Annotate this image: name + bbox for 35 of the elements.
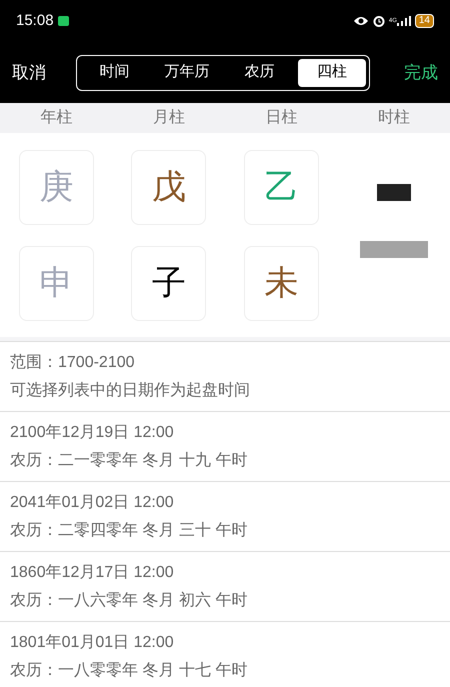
tab[interactable]: 时间 bbox=[80, 58, 148, 86]
date-list-item[interactable]: 2100年12月19日 12:00 农历：二一零零年 冬月 十九 午时 bbox=[0, 411, 450, 481]
column-header: 日柱 bbox=[264, 108, 298, 128]
tab[interactable]: 农历 bbox=[225, 58, 294, 86]
done-button[interactable]: 完成 bbox=[404, 60, 438, 86]
date-text: 1860年12月17日 12:00 bbox=[10, 562, 175, 582]
battery-indicator: 14 bbox=[414, 14, 434, 28]
lunar-date-text: 农历：一八零零年 冬月 十七 午时 bbox=[10, 660, 248, 680]
glitch-block bbox=[376, 184, 411, 200]
lunar-date-text: 农历：一八六零年 冬月 初六 午时 bbox=[10, 590, 248, 610]
eye-icon bbox=[352, 16, 369, 26]
lunar-date-text: 农历：二一零零年 冬月 十九 午时 bbox=[10, 450, 248, 470]
tab[interactable]: 四柱 bbox=[298, 58, 366, 86]
character-card[interactable]: 子 bbox=[131, 246, 206, 320]
column-header: 月柱 bbox=[152, 108, 186, 128]
column-header: 年柱 bbox=[39, 108, 74, 128]
hint-text: 可选择列表中的日期作为起盘时间 bbox=[10, 380, 251, 400]
character-card[interactable]: 未 bbox=[244, 246, 319, 320]
lunar-date-text: 农历：二零四零年 冬月 三十 午时 bbox=[10, 520, 248, 540]
signal-icon bbox=[396, 16, 411, 26]
date-list-item[interactable]: 2041年01月02日 12:00 农历：二零四零年 冬月 三十 午时 bbox=[0, 481, 450, 551]
date-text: 2041年01月02日 12:00 bbox=[10, 492, 175, 512]
date-list-item[interactable]: 1801年01月01日 12:00 农历：一八零零年 冬月 十七 午时 bbox=[0, 621, 450, 687]
character-card[interactable]: 戊 bbox=[131, 150, 206, 224]
date-text: 1801年01月01日 12:00 bbox=[10, 632, 175, 652]
date-text: 2100年12月19日 12:00 bbox=[10, 422, 175, 442]
alarm-icon bbox=[372, 15, 385, 27]
date-list-item[interactable]: 1860年12月17日 12:00 农历：一八六零年 冬月 初六 午时 bbox=[0, 551, 450, 621]
glitch-block bbox=[360, 240, 428, 258]
column-header: 时柱 bbox=[376, 108, 411, 128]
cancel-button[interactable]: 取消 bbox=[12, 60, 46, 86]
character-card[interactable]: 乙 bbox=[244, 150, 319, 224]
range-text: 范围：1700-2100 bbox=[10, 352, 136, 372]
status-time: 15:08 bbox=[16, 10, 54, 31]
tab[interactable]: 万年历 bbox=[152, 58, 221, 86]
